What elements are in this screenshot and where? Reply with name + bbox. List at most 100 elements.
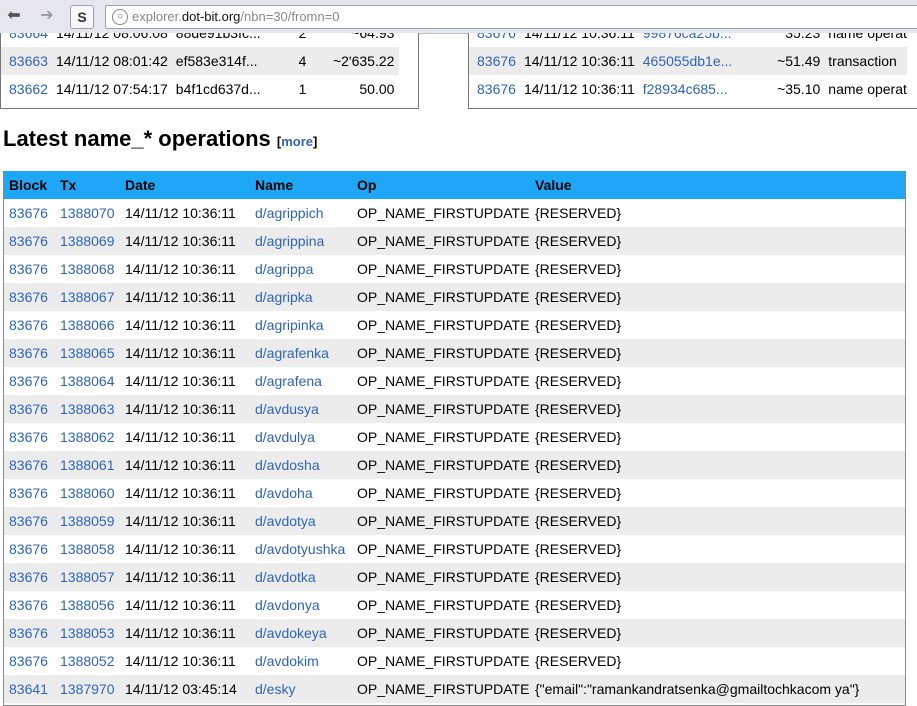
- row-tx-link[interactable]: 1388061: [60, 457, 115, 473]
- row-block-link[interactable]: 83676: [9, 345, 48, 361]
- row-block-link[interactable]: 83676: [9, 205, 48, 221]
- row-tx-link-cell: 1388067: [55, 283, 120, 311]
- row-name-link[interactable]: d/avdotyushka: [255, 541, 345, 557]
- row-tx-link[interactable]: 1388058: [60, 541, 115, 557]
- back-arrow-icon[interactable]: ⬅: [4, 6, 24, 26]
- forward-arrow-icon[interactable]: ➔: [37, 6, 57, 26]
- row-name-link[interactable]: d/avdotka: [255, 569, 316, 585]
- row-name-link[interactable]: d/agrippich: [255, 205, 324, 221]
- row-block-link[interactable]: 83676: [9, 457, 48, 473]
- row-block-link[interactable]: 83676: [9, 261, 48, 277]
- row-name-link[interactable]: d/avdonya: [255, 597, 320, 613]
- row-tx-link[interactable]: 1388070: [60, 205, 115, 221]
- recent-blocks-box: 83664 14/11/12 08:06:08 88de91b3fc... 2 ~64.…: [0, 33, 419, 109]
- row-block-link[interactable]: 83676: [9, 485, 48, 501]
- row-tx-link[interactable]: 1387970: [60, 681, 115, 697]
- row-block-link[interactable]: 83676: [9, 429, 48, 445]
- row-date-cell: 14/11/12 10:36:11: [120, 535, 250, 563]
- row-block-link[interactable]: 83676: [9, 625, 48, 641]
- row-block-link[interactable]: 83676: [9, 513, 48, 529]
- row-name-link[interactable]: d/avdosha: [255, 457, 320, 473]
- row-block-link-cell: 83676: [4, 451, 55, 479]
- row-block-link[interactable]: 83676: [9, 653, 48, 669]
- address-bar[interactable]: ○ explorer.dot-bit.org/nbn=30/fromn=0: [105, 5, 917, 29]
- row-name-link[interactable]: d/agrafenka: [255, 345, 329, 361]
- row-op-cell: OP_NAME_FIRSTUPDATE: [352, 675, 530, 703]
- row-name-link-cell: d/agripka: [250, 283, 352, 311]
- row-op-cell: OP_NAME_FIRSTUPDATE: [352, 479, 530, 507]
- row-name-link[interactable]: d/avdotya: [255, 513, 316, 529]
- row-name-link[interactable]: d/agripinka: [255, 317, 324, 333]
- row-value: {RESERVED}: [535, 429, 622, 445]
- row-name-link[interactable]: d/agrippa: [255, 261, 313, 277]
- header-value: Value: [530, 171, 905, 199]
- reload-icon[interactable]: S: [70, 5, 94, 29]
- tx-date-cell: 14/11/12 10:36:11: [516, 75, 635, 103]
- row-block-link[interactable]: 83676: [9, 597, 48, 613]
- row-block-link[interactable]: 83676: [9, 401, 48, 417]
- tx-block-link[interactable]: 83676: [477, 81, 516, 97]
- block-tx-count-cell: 4: [260, 47, 307, 75]
- row-tx-link[interactable]: 1388064: [60, 373, 115, 389]
- row-value-cell: {RESERVED}: [530, 507, 905, 535]
- row-tx-link[interactable]: 1388062: [60, 429, 115, 445]
- row-block-link[interactable]: 83676: [9, 289, 48, 305]
- row-tx-link[interactable]: 1388068: [60, 261, 115, 277]
- row-tx-link[interactable]: 1388067: [60, 289, 115, 305]
- row-tx-link[interactable]: 1388052: [60, 653, 115, 669]
- block-number-link[interactable]: 83662: [9, 81, 48, 97]
- row-name-link[interactable]: d/avdusya: [255, 401, 319, 417]
- row-block-link[interactable]: 83676: [9, 569, 48, 585]
- row-name-link-cell: d/esky: [250, 675, 352, 703]
- row-tx-link[interactable]: 1388065: [60, 345, 115, 361]
- row-date: 14/11/12 10:36:11: [125, 373, 236, 389]
- row-tx-link[interactable]: 1388053: [60, 625, 115, 641]
- tx-block-link[interactable]: 83676: [477, 33, 516, 41]
- row-value-cell: {RESERVED}: [530, 227, 905, 255]
- tx-amount-cell: ~51.49: [732, 47, 821, 75]
- row-name-link[interactable]: d/avdokeya: [255, 625, 327, 641]
- row-block-link[interactable]: 83676: [9, 541, 48, 557]
- row-tx-link[interactable]: 1388060: [60, 485, 115, 501]
- row-block-link[interactable]: 83676: [9, 373, 48, 389]
- url-prefix: explorer.: [132, 9, 182, 24]
- more-wrapper: [more]: [277, 134, 317, 149]
- table-row: 83676 1388066 14/11/12 10:36:11 d/agripinka…: [4, 311, 905, 339]
- block-number-link[interactable]: 83664: [9, 33, 48, 41]
- url-text[interactable]: explorer.dot-bit.org/nbn=30/fromn=0: [132, 9, 339, 24]
- row-tx-link[interactable]: 1388057: [60, 569, 115, 585]
- url-domain: dot-bit.org: [181, 9, 241, 24]
- row-op: OP_NAME_FIRSTUPDATE: [357, 681, 530, 697]
- row-name-link[interactable]: d/agripka: [255, 289, 313, 305]
- row-tx-link[interactable]: 1388063: [60, 401, 115, 417]
- row-value-cell: {"email":"ramankandratsenka@gmailtochkac…: [530, 675, 905, 703]
- tx-hash-link[interactable]: f28934c685...: [643, 81, 728, 97]
- row-block-link[interactable]: 83676: [9, 233, 48, 249]
- row-op: OP_NAME_FIRSTUPDATE: [357, 457, 530, 473]
- row-value-cell: {RESERVED}: [530, 255, 905, 283]
- row-tx-link[interactable]: 1388066: [60, 317, 115, 333]
- row-tx-link-cell: 1388060: [55, 479, 120, 507]
- row-name-link[interactable]: d/esky: [255, 681, 295, 697]
- row-tx-link[interactable]: 1388069: [60, 233, 115, 249]
- row-name-link[interactable]: d/agrippina: [255, 233, 324, 249]
- block-number-link[interactable]: 83663: [9, 53, 48, 69]
- row-name-link[interactable]: d/agrafena: [255, 373, 322, 389]
- block-amount: ~64.93: [351, 33, 395, 41]
- row-block-link[interactable]: 83641: [9, 681, 48, 697]
- row-block-link-cell: 83676: [4, 283, 55, 311]
- table-row: 83676 1388062 14/11/12 10:36:11 d/avdulya OP…: [4, 423, 905, 451]
- row-name-link[interactable]: d/avdokim: [255, 653, 319, 669]
- tx-date: 14/11/12 10:36:11: [523, 53, 635, 69]
- tx-hash-link[interactable]: 99876ca25b...: [643, 33, 732, 41]
- row-name-link[interactable]: d/avdulya: [255, 429, 315, 445]
- more-link[interactable]: more: [281, 134, 313, 149]
- row-tx-link[interactable]: 1388059: [60, 513, 115, 529]
- row-tx-link[interactable]: 1388056: [60, 597, 115, 613]
- block-date-cell: 14/11/12 08:01:42: [47, 47, 168, 75]
- tx-hash-link[interactable]: 465055db1e...: [643, 53, 733, 69]
- tx-block-link[interactable]: 83676: [477, 53, 516, 69]
- row-block-link[interactable]: 83676: [9, 317, 48, 333]
- row-date-cell: 14/11/12 03:45:14: [120, 675, 250, 703]
- row-name-link[interactable]: d/avdoha: [255, 485, 313, 501]
